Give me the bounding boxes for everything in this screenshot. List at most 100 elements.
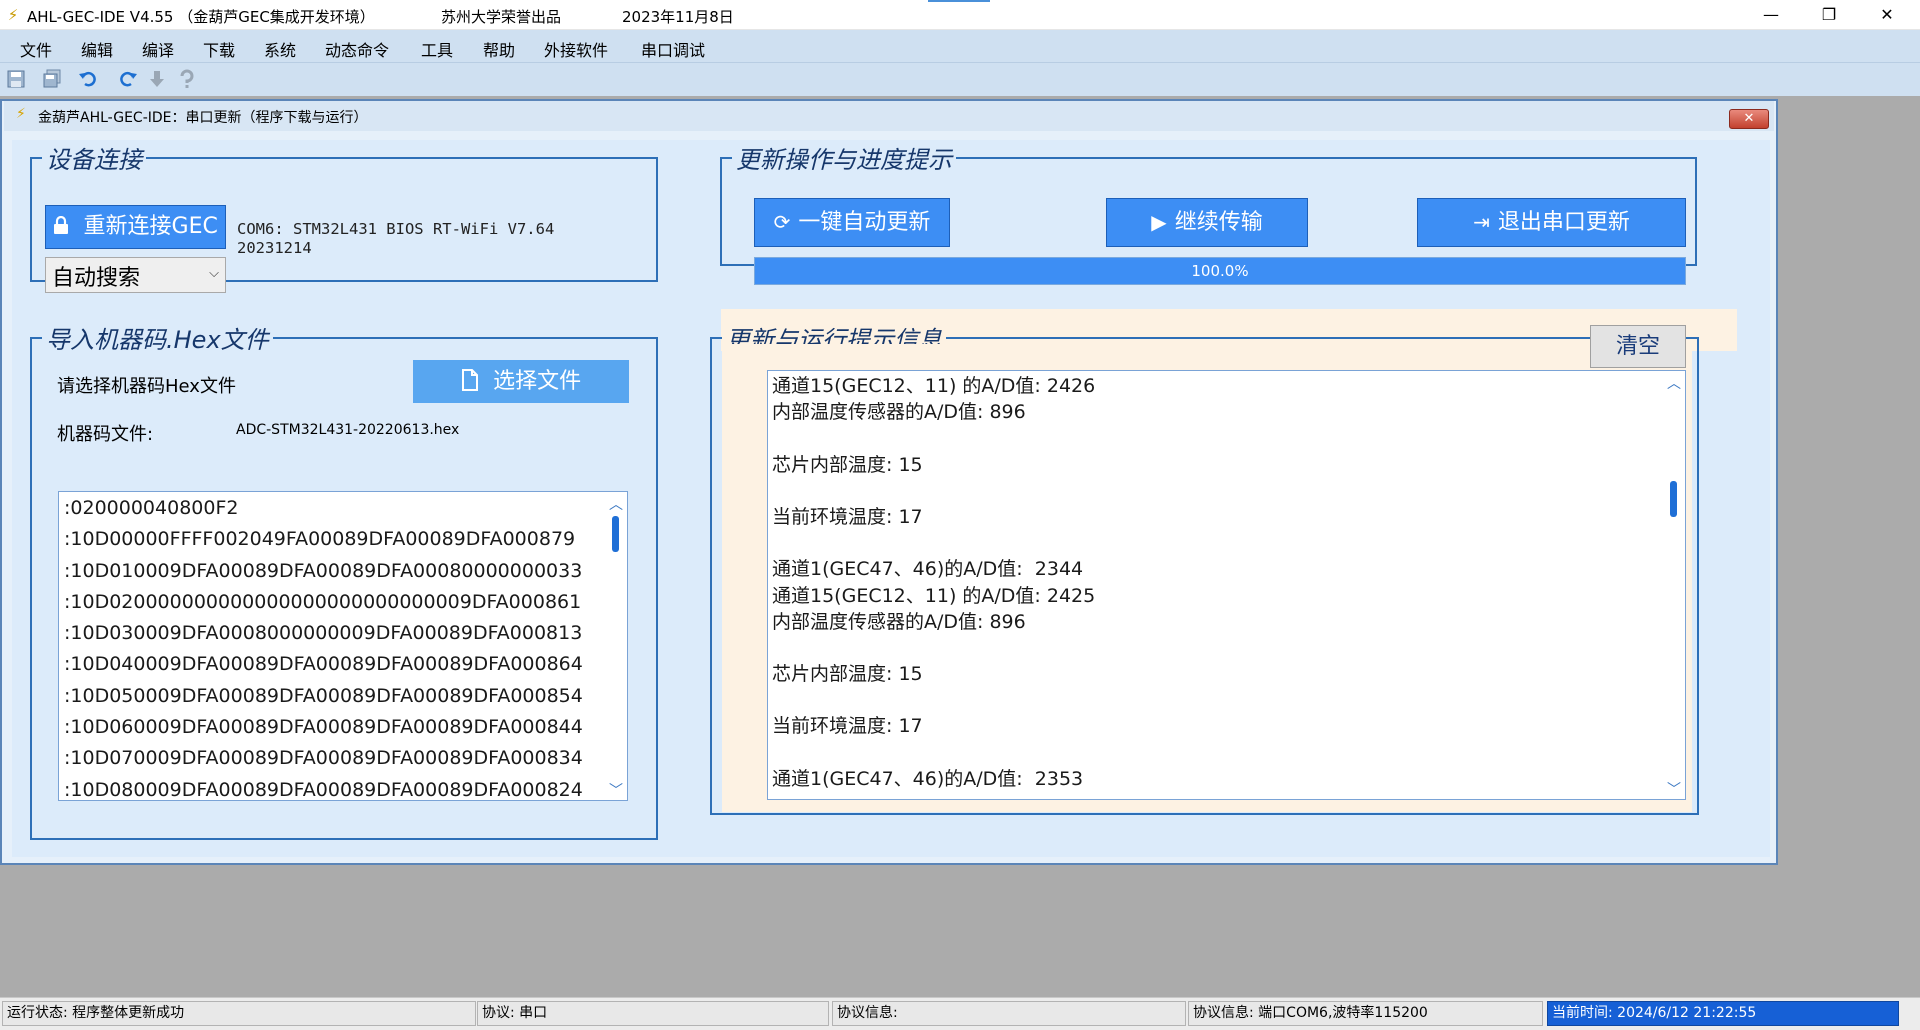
undo-icon[interactable]	[76, 69, 100, 91]
menu-serial-debug[interactable]: 串口调试	[641, 37, 705, 61]
device-info-line2: 20231214	[237, 239, 312, 257]
status-run-state: 运行状态: 程序整体更新成功	[2, 1001, 476, 1026]
menu-edit[interactable]: 编辑	[81, 37, 113, 61]
dialog-title: 金葫芦AHL-GEC-IDE：串口更新（程序下载与运行）	[38, 110, 368, 126]
lightning-icon: ⚡	[16, 106, 26, 122]
log-scrollbar-thumb[interactable]	[1670, 481, 1677, 517]
search-mode-value: 自动搜索	[52, 266, 141, 291]
hex-line: :10D050009DFA00089DFA00089DFA00089DFA000…	[64, 684, 583, 707]
machine-code-file-label: 机器码文件:	[57, 424, 154, 445]
hex-listbox[interactable]: :020000040800F2 :10D00000FFFF002049FA000…	[58, 491, 628, 801]
org-label: 苏州大学荣誉出品	[441, 8, 562, 26]
dialog-close-button[interactable]: ✕	[1729, 109, 1769, 129]
app-icon: ⚡	[7, 6, 19, 24]
help-icon[interactable]	[175, 69, 199, 91]
hex-line: :10D00000FFFF002049FA00089DFA00089DFA000…	[64, 528, 576, 551]
log-line: 当前环境温度: 17	[772, 715, 923, 738]
hex-line: :10D030009DFA0008000000009DFA00089DFA000…	[64, 622, 583, 645]
menu-system[interactable]: 系统	[264, 37, 296, 61]
menu-bar: 文件 编辑 编译 下载 系统 动态命令 工具 帮助 外接软件 串口调试	[0, 30, 1920, 62]
restore-button[interactable]: ❐	[1800, 0, 1858, 30]
scroll-up-icon[interactable]: ︿	[609, 494, 623, 514]
hex-line: :020000040800F2	[64, 497, 239, 519]
menu-compile[interactable]: 编译	[142, 37, 174, 61]
date-label: 2023年11月8日	[622, 8, 734, 26]
device-connection-legend: 设备连接	[46, 146, 142, 174]
log-line: 当前环境温度: 17	[772, 505, 923, 528]
log-line: 内部温度传感器的A/D值: 896	[772, 401, 1026, 424]
title-bar: ⚡ AHL-GEC-IDE V4.55 （金葫芦GEC集成开发环境） 苏州大学荣…	[0, 0, 1920, 30]
menu-dynamic-command[interactable]: 动态命令	[325, 37, 389, 61]
menu-tools[interactable]: 工具	[421, 37, 453, 61]
continue-transfer-button[interactable]: ▶ 继续传输	[1106, 198, 1308, 247]
status-port-info: 协议信息: 端口COM6,波特率115200	[1188, 1001, 1543, 1026]
hex-line: :10D060009DFA00089DFA00089DFA00089DFA000…	[64, 716, 583, 739]
play-icon: ▶	[1151, 210, 1167, 234]
import-hex-legend: 导入机器码.Hex文件	[46, 326, 269, 354]
log-line: 通道15(GEC12、11) 的A/D值: 2425	[772, 584, 1096, 607]
reconnect-gec-label: 重新连接GEC	[83, 214, 218, 239]
auto-update-button[interactable]: ⟳ 一键自动更新	[754, 198, 950, 247]
save-icon[interactable]	[4, 69, 28, 91]
refresh-icon: ⟳	[773, 210, 791, 234]
dialog-title-bar: ⚡ 金葫芦AHL-GEC-IDE：串口更新（程序下载与运行） ✕	[4, 101, 1774, 131]
update-operation-legend: 更新操作与进度提示	[736, 146, 952, 174]
file-icon	[461, 369, 485, 393]
save-all-icon[interactable]	[40, 69, 64, 91]
update-progress-bar: 100.0%	[754, 257, 1686, 285]
menu-help[interactable]: 帮助	[483, 37, 515, 61]
auto-update-label: 一键自动更新	[798, 210, 931, 235]
status-current-time: 当前时间: 2024/6/12 21:22:55	[1547, 1001, 1899, 1026]
chevron-down-icon: ⌵	[209, 266, 219, 281]
download-icon[interactable]	[145, 69, 169, 91]
exit-serial-update-button[interactable]: ⇥ 退出串口更新	[1417, 198, 1686, 247]
toolbar	[0, 62, 1920, 96]
scroll-up-icon[interactable]: ︿	[1667, 373, 1681, 393]
serial-update-dialog: ⚡ 金葫芦AHL-GEC-IDE：串口更新（程序下载与运行） ✕ 设备连接 重新…	[0, 99, 1778, 865]
redo-icon[interactable]	[116, 69, 140, 91]
menu-download[interactable]: 下载	[203, 37, 235, 61]
hex-line: :10D070009DFA00089DFA00089DFA00089DFA000…	[64, 747, 583, 770]
search-mode-select[interactable]: 自动搜索 ⌵	[45, 257, 226, 293]
status-protocol-info: 协议信息:	[832, 1001, 1186, 1026]
scroll-down-icon[interactable]: ﹀	[1667, 779, 1681, 799]
progress-text: 100.0%	[1191, 262, 1249, 280]
log-line: 芯片内部温度: 15	[772, 453, 923, 476]
status-bar: 运行状态: 程序整体更新成功 协议: 串口 协议信息: 协议信息: 端口COM6…	[0, 997, 1920, 1030]
scroll-down-icon[interactable]: ﹀	[609, 780, 623, 800]
log-line: 内部温度传感器的A/D值: 896	[772, 610, 1026, 633]
status-protocol: 协议: 串口	[477, 1001, 829, 1026]
title-accent	[928, 0, 990, 2]
close-window-button[interactable]: ✕	[1858, 0, 1916, 30]
continue-transfer-label: 继续传输	[1174, 210, 1263, 235]
lock-icon	[53, 214, 75, 238]
menu-file[interactable]: 文件	[20, 37, 52, 61]
choose-file-button[interactable]: 选择文件	[413, 360, 629, 403]
hex-line: :10D040009DFA00089DFA00089DFA00089DFA000…	[64, 653, 583, 676]
hex-scrollbar-thumb[interactable]	[612, 516, 619, 552]
reconnect-gec-button[interactable]: 重新连接GEC	[45, 205, 226, 249]
menu-external-software[interactable]: 外接软件	[544, 37, 608, 61]
hex-line: :10D010009DFA00089DFA00089DFA00080000000…	[64, 559, 583, 582]
device-info-line1: COM6: STM32L431 BIOS RT-WiFi V7.64	[237, 220, 555, 238]
minimize-button[interactable]: —	[1742, 0, 1800, 30]
log-line: 通道1(GEC47、46)的A/D值: 2353	[772, 767, 1084, 790]
log-line: 通道1(GEC47、46)的A/D值: 2344	[772, 558, 1084, 581]
window-title: AHL-GEC-IDE V4.55 （金葫芦GEC集成开发环境）	[27, 8, 375, 26]
clear-log-button[interactable]: 清空	[1590, 325, 1686, 368]
exit-serial-update-label: 退出串口更新	[1497, 210, 1630, 235]
dialog-body: 设备连接 重新连接GEC 自动搜索 ⌵ COM6: STM32L431 BIOS…	[12, 140, 1770, 857]
machine-code-file-name: ADC-STM32L431-20220613.hex	[236, 422, 460, 438]
hex-line: :10D080009DFA00089DFA00089DFA00089DFA000…	[64, 778, 583, 801]
log-listbox[interactable]: 通道15(GEC12、11) 的A/D值: 2426 内部温度传感器的A/D值:…	[767, 370, 1686, 800]
hex-line: :10D020000000000000000000000000009DFA000…	[64, 590, 582, 613]
choose-file-label: 选择文件	[493, 369, 582, 394]
log-line: 通道15(GEC12、11) 的A/D值: 2426	[772, 375, 1096, 397]
log-line: 芯片内部温度: 15	[772, 663, 923, 686]
